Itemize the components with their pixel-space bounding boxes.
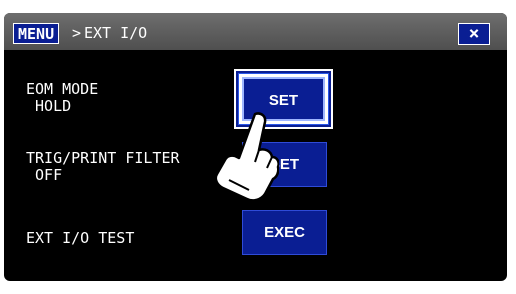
ext-io-test-exec-button[interactable]: EXEC [242,210,327,255]
device-screen: MENU > EXT I/O × EOM MODE HOLD SET TRIG/… [4,13,507,281]
ext-io-test-label: EXT I/O TEST [26,229,135,247]
hand-pointer-icon [214,112,279,202]
eom-mode-value: HOLD [26,97,72,115]
trig-print-filter-value: OFF [26,166,63,184]
title-bar: MENU > EXT I/O × [4,13,507,50]
breadcrumb-separator: > [72,24,82,42]
page-title: EXT I/O [84,24,148,42]
menu-button[interactable]: MENU [13,23,60,44]
trig-print-filter-label: TRIG/PRINT FILTER [26,149,180,167]
eom-mode-label: EOM MODE [26,80,99,98]
close-button[interactable]: × [458,23,490,45]
